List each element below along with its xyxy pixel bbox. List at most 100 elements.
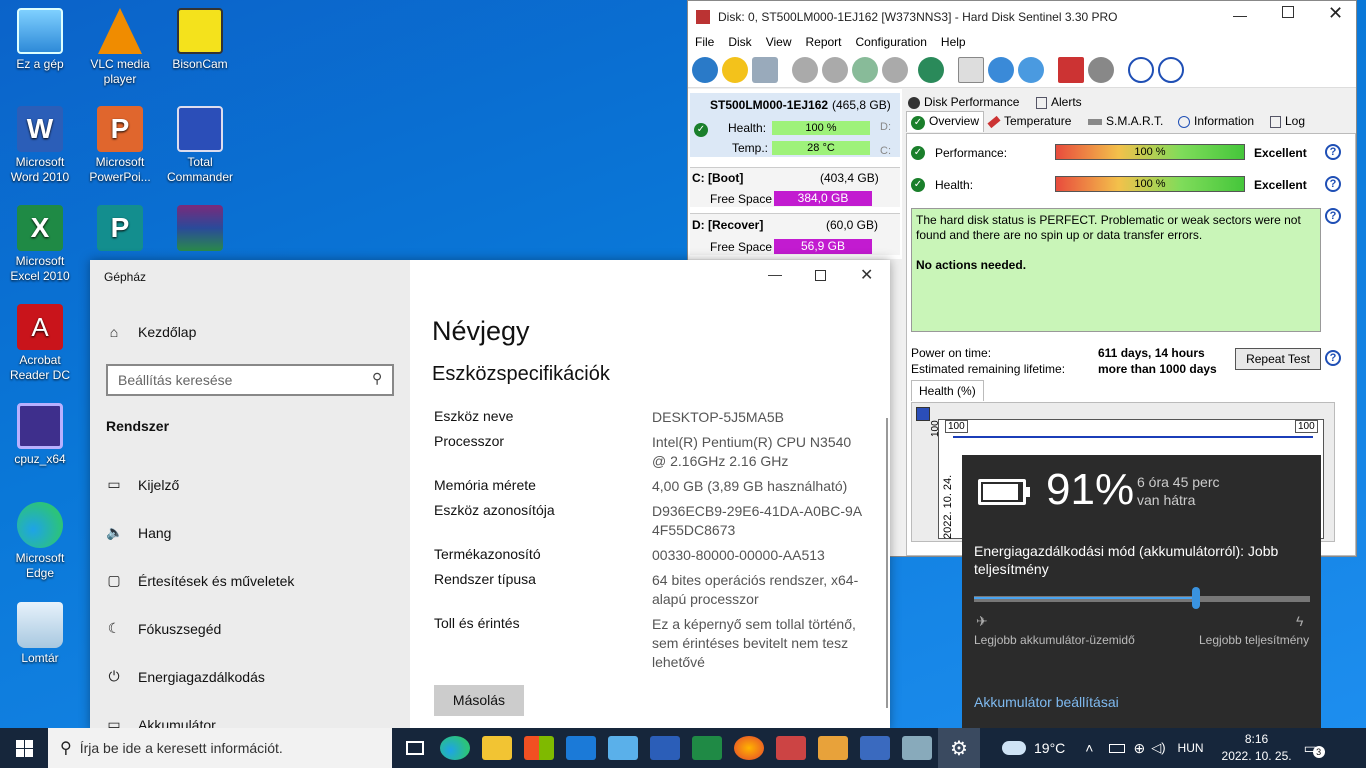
desktop-icon-powerpoint[interactable]: P Microsoft PowerPoi... <box>82 106 158 185</box>
network-icon[interactable] <box>1018 56 1044 83</box>
desktop-icon-edge[interactable]: Microsoft Edge <box>2 502 78 581</box>
close-button[interactable]: ✕ <box>1328 3 1343 24</box>
repeat-test-button[interactable]: Repeat Test <box>1235 348 1321 370</box>
hard-disk-sentinel-taskbar-icon[interactable] <box>902 736 932 760</box>
menu-view[interactable]: View <box>759 35 799 49</box>
sync-icon[interactable] <box>988 56 1014 83</box>
settings-search-box[interactable]: Beállítás keresése ⚲ <box>106 364 394 396</box>
sound-icon[interactable] <box>1088 56 1114 83</box>
nav-display[interactable]: ▭ Kijelző <box>106 476 179 493</box>
notification-center-icon[interactable]: ▭ 3 <box>1304 740 1325 758</box>
desktop-icon-winrar[interactable] <box>162 205 238 254</box>
desktop-icon-bisoncam[interactable]: BisonCam <box>162 8 238 72</box>
chevron-up-icon[interactable]: ˄ <box>1085 740 1093 756</box>
edge-taskbar-icon[interactable] <box>440 736 470 760</box>
desktop-icon-label: Microsoft Excel 2010 <box>10 254 70 283</box>
network-tray-icon[interactable]: ⊕ <box>1133 740 1145 757</box>
copy-button[interactable]: Másolás <box>434 685 524 716</box>
paint-icon[interactable] <box>818 736 848 760</box>
power-mode-slider[interactable] <box>974 587 1310 609</box>
recycle-bin-icon <box>17 602 63 648</box>
help-icon[interactable] <box>1128 56 1154 83</box>
task-view-icon[interactable] <box>406 741 424 755</box>
menu-help[interactable]: Help <box>934 35 973 49</box>
desktop-icon-word[interactable]: W Microsoft Word 2010 <box>2 106 78 185</box>
tab-alerts[interactable]: Alerts <box>1036 95 1082 109</box>
nav-sound[interactable]: 🔈 Hang <box>106 524 171 541</box>
globe-icon[interactable] <box>918 56 944 83</box>
excel-taskbar-icon[interactable] <box>692 736 722 760</box>
performance-help-icon[interactable]: ? <box>1325 144 1341 160</box>
nav-home-label: Kezdőlap <box>138 324 197 340</box>
desktop-icon-acrobat[interactable]: A Acrobat Reader DC <box>2 304 78 383</box>
desktop-icon-this-pc[interactable]: Ez a gép <box>2 8 78 72</box>
settings-close-button[interactable]: ✕ <box>860 265 873 285</box>
disk-test2-icon[interactable] <box>822 56 848 83</box>
word-taskbar-icon[interactable] <box>650 736 680 760</box>
settings-minimize-button[interactable]: — <box>768 266 782 282</box>
drive-d-item[interactable]: D: [Recover] (60,0 GB) Free Space 56,9 G… <box>690 213 900 255</box>
alert-icon[interactable] <box>722 56 748 83</box>
language-indicator[interactable]: HUN <box>1178 741 1204 755</box>
menu-disk[interactable]: Disk <box>721 35 758 49</box>
taskbar-search-box[interactable]: ⚲ Írja be ide a keresett információt. <box>48 728 392 768</box>
info-icon[interactable] <box>1158 56 1184 83</box>
battery-tray-icon[interactable] <box>1109 743 1126 753</box>
tab-log[interactable]: Log <box>1270 114 1305 128</box>
nav-notifications[interactable]: ▢ Értesítések és műveletek <box>106 572 294 589</box>
camera-icon <box>177 8 223 54</box>
nav-power[interactable]: ⏻ Energiagazdálkodás <box>106 668 264 685</box>
menu-report[interactable]: Report <box>798 35 848 49</box>
desktop-icon-excel[interactable]: X Microsoft Excel 2010 <box>2 205 78 284</box>
minimize-button[interactable]: — <box>1233 7 1247 23</box>
hds-tabs: Disk Performance Alerts ✓ Overview Temper… <box>906 93 1356 133</box>
file-explorer-icon[interactable] <box>482 736 512 760</box>
disk-item[interactable]: ST500LM000-1EJ162 (465,8 GB) ✓ Health: 1… <box>690 93 900 157</box>
clock[interactable]: 8:16 2022. 10. 25. <box>1222 731 1292 765</box>
power-mode-slider-thumb[interactable] <box>1192 587 1200 609</box>
tab-disk-performance[interactable]: Disk Performance <box>908 95 1019 109</box>
settings-taskbar-icon[interactable]: ⚙ <box>938 728 980 768</box>
disk-test-icon[interactable] <box>792 56 818 83</box>
tab-smart[interactable]: S.M.A.R.T. <box>1088 114 1163 128</box>
menu-file[interactable]: File <box>688 35 721 49</box>
settings-maximize-button[interactable] <box>815 270 826 281</box>
desktop-icon-cpuz[interactable]: cpuz_x64 <box>2 403 78 467</box>
save-graph-icon[interactable] <box>916 407 930 421</box>
disk-health-bar: 100 % <box>772 121 870 135</box>
maximize-button[interactable] <box>1282 6 1294 18</box>
firefox-icon[interactable] <box>734 736 764 760</box>
weather-temperature[interactable]: 19°C <box>1034 740 1065 756</box>
paint-tool-icon[interactable] <box>776 736 806 760</box>
weather-icon[interactable] <box>1002 741 1026 755</box>
tab-information[interactable]: Information <box>1178 114 1254 128</box>
store-icon[interactable] <box>524 736 554 760</box>
disk-ok-icon[interactable] <box>852 56 878 83</box>
nav-focus[interactable]: ☾ Fókuszsegéd <box>106 620 222 637</box>
status-help-icon[interactable]: ? <box>1325 208 1341 224</box>
desktop-icon-total-commander[interactable]: Total Commander <box>162 106 238 185</box>
drive-c-item[interactable]: C: [Boot] (403,4 GB) Free Space 384,0 GB <box>690 167 900 207</box>
disk-tool-icon[interactable] <box>882 56 908 83</box>
health-help-icon[interactable]: ? <box>1325 176 1341 192</box>
graph-tab-health[interactable]: Health (%) <box>911 380 984 401</box>
volume-icon[interactable]: ◁) <box>1151 740 1165 756</box>
desktop-icon-publisher[interactable]: P <box>82 205 158 254</box>
settings-scrollbar[interactable] <box>886 418 888 708</box>
tab-temperature[interactable]: Temperature <box>987 114 1071 128</box>
battery-settings-link[interactable]: Akkumulátor beállításai <box>974 694 1119 710</box>
this-pc-taskbar-icon[interactable] <box>608 736 638 760</box>
settings-icon[interactable] <box>1058 56 1084 83</box>
start-button[interactable] <box>0 728 48 768</box>
mail-icon[interactable] <box>566 736 596 760</box>
disk-icon[interactable] <box>752 56 778 83</box>
refresh-icon[interactable] <box>692 56 718 83</box>
desktop-icon-recycle-bin[interactable]: Lomtár <box>2 602 78 666</box>
tab-overview[interactable]: ✓ Overview <box>906 111 985 132</box>
menu-configuration[interactable]: Configuration <box>849 35 934 49</box>
test-help-icon[interactable]: ? <box>1325 350 1341 366</box>
nav-home[interactable]: ⌂ Kezdőlap <box>106 324 197 340</box>
report-icon[interactable] <box>958 56 984 83</box>
desktop-icon-vlc[interactable]: VLC media player <box>82 8 158 87</box>
network-tool-icon[interactable] <box>860 736 890 760</box>
